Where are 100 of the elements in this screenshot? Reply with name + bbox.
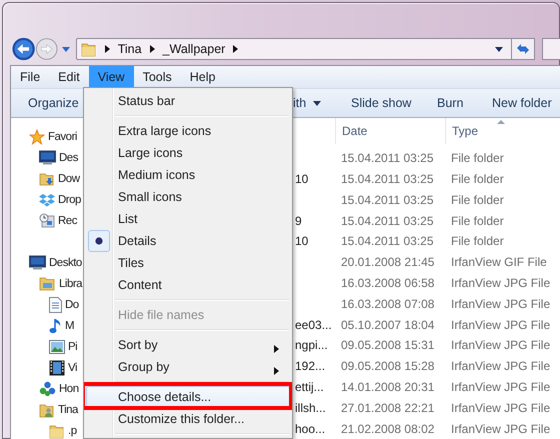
submenu-arrow-icon <box>274 367 279 375</box>
menu-item[interactable]: Details <box>86 230 290 252</box>
type-cell: IrfanView JPG File <box>451 380 550 394</box>
nav-item[interactable]: Vi <box>68 362 78 374</box>
menu-item[interactable]: Medium icons <box>86 164 290 186</box>
download-folder-icon <box>39 170 55 186</box>
toolbar-button[interactable]: Slide show <box>351 89 412 117</box>
toolbar-button[interactable]: Organize <box>28 89 79 117</box>
history-dropdown-icon <box>62 46 70 52</box>
type-cell: IrfanView GIF File <box>451 255 547 270</box>
column-header[interactable]: Date <box>342 124 368 138</box>
nav-item[interactable]: Des <box>59 152 78 164</box>
menu-item[interactable]: Customize this folder... <box>86 408 290 430</box>
type-cell: IrfanView JPG File <box>451 422 550 436</box>
refresh-icon <box>514 42 531 56</box>
nav-item[interactable]: Do <box>65 298 79 310</box>
menu-item[interactable]: Extra large icons <box>86 120 290 142</box>
nav-item[interactable]: Hon <box>59 382 79 394</box>
menu-item[interactable]: Large icons <box>86 142 290 164</box>
menu-item[interactable]: Edit <box>49 66 89 88</box>
menu-item[interactable]: Group by <box>86 356 290 378</box>
date-cell: 16.03.2008 06:58 <box>341 276 434 290</box>
toolbar-button[interactable]: Burn <box>437 89 464 117</box>
image-icon <box>49 340 65 354</box>
film-icon <box>49 360 65 376</box>
nav-item[interactable]: Deskto <box>49 256 82 268</box>
homegroup-icon <box>39 380 56 396</box>
menu-item[interactable]: List <box>86 208 290 230</box>
file-name: ngpi... <box>295 338 328 352</box>
menu-item[interactable]: Status bar <box>86 90 290 112</box>
file-name: ee03... <box>295 318 332 332</box>
menu-item[interactable]: Tiles <box>86 252 290 274</box>
date-cell: 15.04.2011 03:25 <box>341 214 434 228</box>
file-name: ettij... <box>295 380 324 394</box>
nav-item[interactable]: Pi <box>68 340 78 352</box>
date-cell: 14.01.2008 20:31 <box>341 380 434 394</box>
date-cell: 15.04.2011 03:25 <box>341 192 434 207</box>
nav-item[interactable]: .p <box>68 424 77 436</box>
menu-item[interactable]: File <box>11 66 50 88</box>
file-name: 10 <box>295 234 308 248</box>
date-cell: 21.02.2008 08:02 <box>341 422 434 436</box>
nav-item[interactable]: Dow <box>58 172 80 184</box>
menu-item[interactable]: Small icons <box>86 186 290 208</box>
breadcrumb-arrow-icon <box>104 45 110 53</box>
date-cell: 09.05.2008 15:28 <box>341 359 434 374</box>
file-name: 192... <box>295 359 326 374</box>
type-cell: File folder <box>451 214 504 228</box>
date-cell: 27.01.2008 22:21 <box>341 400 434 415</box>
file-name: 9 <box>295 214 302 228</box>
file-name: 10 <box>295 172 308 186</box>
menu-item[interactable]: View <box>88 66 134 88</box>
type-cell: IrfanView JPG File <box>451 400 550 415</box>
type-cell: File folder <box>451 172 504 186</box>
menu-item[interactable]: Sort by <box>86 334 290 356</box>
nav-item[interactable]: M <box>65 320 74 332</box>
type-cell: IrfanView JPG File <box>451 359 550 374</box>
caret-icon <box>313 100 322 106</box>
date-cell: 09.05.2008 15:31 <box>341 338 434 352</box>
boxes-icon <box>39 192 55 206</box>
breadcrumb[interactable]: Tina <box>118 42 142 56</box>
nav-item[interactable]: Drop <box>58 194 81 206</box>
type-cell: IrfanView JPG File <box>451 296 550 311</box>
type-cell: File folder <box>451 151 504 166</box>
toolbar-button[interactable]: New folder <box>492 89 552 117</box>
type-cell: IrfanView JPG File <box>451 276 550 290</box>
folder-icon <box>49 422 65 438</box>
folder-icon <box>80 41 97 57</box>
breadcrumb[interactable]: _Wallpaper <box>162 42 226 56</box>
type-cell: File folder <box>451 234 504 248</box>
nav-item[interactable]: Rec <box>58 214 77 226</box>
breadcrumb-arrow-icon <box>233 45 238 53</box>
file-name: illsh... <box>295 400 326 415</box>
date-cell: 05.10.2007 18:04 <box>341 318 434 332</box>
star-icon <box>29 128 45 144</box>
breadcrumb-arrow-icon <box>150 45 155 53</box>
submenu-arrow-icon <box>274 345 279 353</box>
file-name: hoo... <box>295 422 326 436</box>
back-button[interactable] <box>12 36 36 62</box>
nav-item[interactable]: Libra <box>59 278 82 290</box>
monitor-icon <box>29 255 46 270</box>
toolbar-button[interactable]: ith <box>293 89 322 117</box>
nav-item[interactable]: Favori <box>48 130 77 142</box>
type-cell: IrfanView JPG File <box>451 338 550 352</box>
nav-item[interactable]: Tina <box>58 404 78 416</box>
column-header[interactable]: Type <box>452 124 478 138</box>
music-note-icon <box>49 318 62 334</box>
refresh-button[interactable] <box>512 38 536 60</box>
search-field[interactable] <box>542 38 560 60</box>
document-icon <box>49 296 62 312</box>
type-cell: IrfanView JPG File <box>451 318 550 332</box>
type-cell: File folder <box>451 192 504 207</box>
date-cell: 20.01.2008 21:45 <box>341 255 434 270</box>
library-folder-icon <box>39 276 56 291</box>
date-cell: 15.04.2011 03:25 <box>341 151 434 166</box>
menu-item[interactable]: Content <box>86 274 290 296</box>
menu-item[interactable]: Help <box>180 66 224 88</box>
menu-item[interactable]: Tools <box>134 66 181 88</box>
date-cell: 15.04.2011 03:25 <box>341 234 434 248</box>
date-cell: 16.03.2008 07:08 <box>341 296 434 311</box>
address-bar[interactable]: Tina _Wallpaper <box>76 38 512 60</box>
